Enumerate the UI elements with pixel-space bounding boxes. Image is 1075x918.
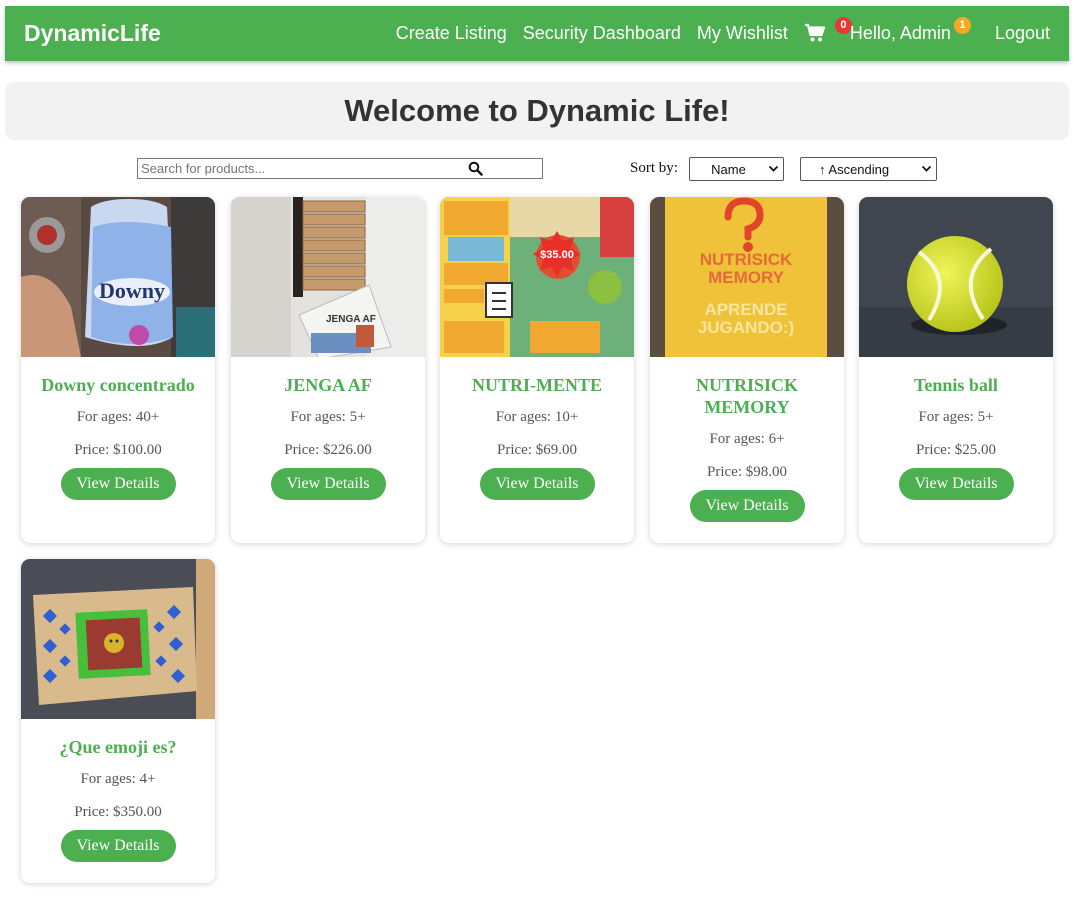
product-card: ¿Que emoji es? For ages: 4+ Price: $350.… (21, 559, 215, 883)
product-ages: For ages: 5+ (918, 409, 994, 425)
product-ages: For ages: 4+ (80, 771, 156, 787)
cart-button[interactable]: 0 (804, 16, 852, 45)
notification-badge: 1 (953, 17, 971, 34)
product-price: Price: $25.00 (916, 442, 996, 458)
sort-label: Sort by: (630, 160, 678, 176)
logout-link[interactable]: Logout (995, 23, 1050, 44)
product-image[interactable]: NUTRISICK MEMORY APRENDE JUGANDO:) (650, 197, 844, 357)
product-card: Downy Downy concentrado For ages: 40+ Pr… (21, 197, 215, 543)
product-ages: For ages: 5+ (290, 409, 366, 425)
product-image-label: JENGA AF (326, 314, 376, 325)
page-title: Welcome to Dynamic Life! (344, 93, 730, 128)
product-ages: For ages: 6+ (709, 431, 785, 447)
navbar: DynamicLife Create Listing Security Dash… (5, 6, 1069, 61)
nav-security-dashboard[interactable]: Security Dashboard (523, 23, 681, 44)
product-image[interactable]: Downy (21, 197, 215, 357)
product-image[interactable] (21, 559, 215, 719)
product-image-line: APRENDE (704, 300, 787, 319)
product-price: Price: $226.00 (284, 442, 372, 458)
product-image-line: MEMORY (708, 268, 785, 287)
product-image[interactable] (859, 197, 1053, 357)
product-price: Price: $100.00 (74, 442, 162, 458)
view-details-button[interactable]: View Details (479, 468, 595, 500)
product-image-line: JUGANDO:) (698, 318, 794, 337)
user-menu[interactable]: Hello, Admin 1 (849, 17, 971, 44)
user-greeting: Hello, Admin (849, 23, 951, 43)
view-details-button[interactable]: View Details (898, 468, 1014, 500)
welcome-banner: Welcome to Dynamic Life! (5, 82, 1069, 140)
product-title[interactable]: NUTRISICK MEMORY (650, 374, 844, 418)
cart-icon (804, 23, 825, 41)
product-ages: For ages: 10+ (495, 409, 579, 425)
view-details-button[interactable]: View Details (60, 468, 176, 500)
product-image-logo: Downy (99, 278, 165, 303)
product-title[interactable]: ¿Que emoji es? (21, 736, 215, 758)
product-image[interactable]: $35.00 (440, 197, 634, 357)
chevron-down-icon (768, 165, 779, 172)
chevron-down-icon (921, 165, 932, 172)
search-icon (468, 161, 483, 176)
product-image-line: NUTRISICK (700, 250, 793, 269)
sort-field-value: Name (711, 161, 746, 177)
sort-order-value: ↑ Ascending (819, 161, 890, 177)
product-title[interactable]: NUTRI-MENTE (440, 374, 634, 396)
product-title[interactable]: Tennis ball (859, 374, 1053, 396)
nav-create-listing[interactable]: Create Listing (396, 23, 507, 44)
view-details-button[interactable]: View Details (270, 468, 386, 500)
product-image[interactable]: JENGA AF (231, 197, 425, 357)
product-card: Tennis ball For ages: 5+ Price: $25.00 V… (859, 197, 1053, 543)
product-title[interactable]: Downy concentrado (21, 374, 215, 396)
view-details-button[interactable]: View Details (60, 830, 176, 862)
product-card: $35.00 NUTRI-MENTE For ages: 10+ Price: … (440, 197, 634, 543)
search-bar (137, 158, 543, 179)
nav-links: Create Listing Security Dashboard My Wis… (396, 16, 1050, 45)
product-price: Price: $350.00 (74, 804, 162, 820)
search-input[interactable] (138, 159, 458, 178)
product-price: Price: $69.00 (497, 442, 577, 458)
product-price: Price: $98.00 (707, 464, 787, 480)
nav-my-wishlist[interactable]: My Wishlist (697, 23, 788, 44)
search-button[interactable] (468, 161, 484, 177)
view-details-button[interactable]: View Details (689, 490, 805, 522)
product-title[interactable]: JENGA AF (231, 374, 425, 396)
sort-field-select[interactable]: Name (689, 157, 784, 181)
sort-order-select[interactable]: ↑ Ascending (800, 157, 937, 181)
product-ages: For ages: 40+ (76, 409, 160, 425)
product-card: JENGA AF JENGA AF For ages: 5+ Price: $2… (231, 197, 425, 543)
brand-logo[interactable]: DynamicLife (24, 20, 161, 47)
product-image-price-tag: $35.00 (540, 249, 574, 261)
product-card: NUTRISICK MEMORY APRENDE JUGANDO:) NUTRI… (650, 197, 844, 543)
